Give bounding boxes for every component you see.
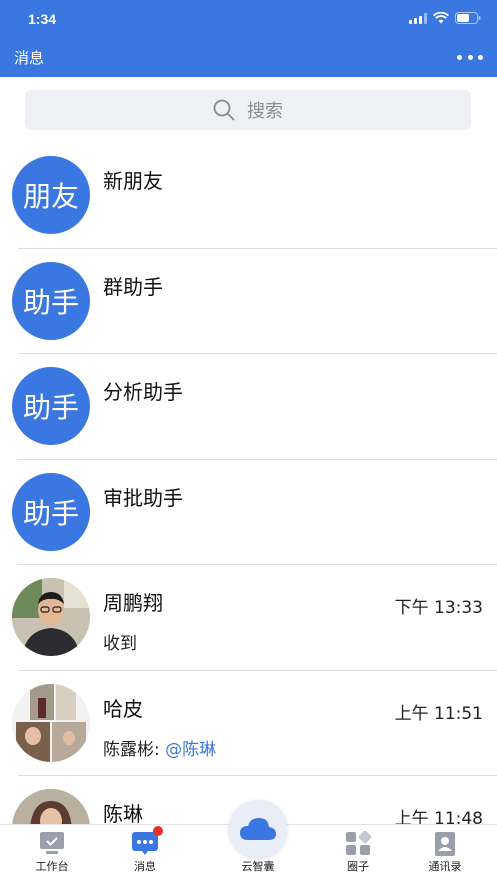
tab-circle[interactable]: 圈子: [318, 825, 398, 883]
preview-mention: @陈琳: [165, 739, 217, 760]
tab-label: 工作台: [35, 860, 69, 873]
list-item[interactable]: 助手 群助手: [0, 249, 497, 354]
tab-label: 通讯录: [428, 860, 462, 873]
avatar: [12, 683, 90, 762]
conversation-time: 上午 11:51: [394, 703, 483, 724]
top-header: 1:34 消息: [0, 0, 497, 77]
wifi-icon: [433, 12, 449, 24]
group-photo-icon: [12, 683, 90, 762]
tab-contacts[interactable]: 通讯录: [405, 825, 485, 883]
avatar: 助手: [12, 472, 90, 551]
search-area: 搜索: [0, 77, 497, 143]
list-item[interactable]: 周鹏翔 下午 13:33 收到: [0, 565, 497, 671]
search-icon: [213, 99, 235, 121]
list-item[interactable]: 哈皮 上午 11:51 陈露彬: @陈琳: [0, 671, 497, 776]
unread-badge: [153, 826, 163, 836]
search-placeholder: 搜索: [247, 101, 283, 122]
conversation-name: 周鹏翔: [103, 591, 163, 615]
list-item[interactable]: 助手 审批助手: [0, 460, 497, 565]
contacts-icon: [435, 832, 455, 856]
signal-icon: [409, 12, 427, 24]
tab-label: 消息: [134, 860, 156, 873]
tab-label: 云智囊: [241, 860, 275, 873]
cloud-think-tank-button[interactable]: [229, 800, 287, 858]
conversation-name: 新朋友: [103, 169, 163, 193]
conversation-name: 群助手: [103, 274, 163, 299]
status-icons: [409, 12, 481, 24]
conversation-name: 陈琳: [103, 802, 143, 826]
conversation-preview: 陈露彬: @陈琳: [103, 735, 216, 760]
more-dot-icon: [478, 54, 483, 60]
battery-icon: [455, 12, 481, 24]
page-title: 消息: [14, 49, 45, 67]
conversation-time: 下午 13:33: [394, 598, 483, 618]
person-photo-icon: [12, 578, 90, 656]
more-dot-icon: [467, 54, 473, 60]
search-input[interactable]: 搜索: [25, 90, 471, 130]
more-options-button[interactable]: [457, 47, 483, 67]
conversation-name: 分析助手: [103, 380, 183, 404]
conversation-name: 审批助手: [103, 485, 183, 510]
conversation-preview: 收到: [103, 634, 137, 654]
avatar: 朋友: [12, 156, 90, 234]
avatar: [12, 578, 90, 656]
status-time: 1:34: [28, 11, 57, 27]
conversation-name: 哈皮: [103, 696, 143, 721]
list-item[interactable]: 助手 分析助手: [0, 354, 497, 460]
avatar: 助手: [12, 367, 90, 445]
tab-messages[interactable]: 消息: [105, 825, 185, 883]
conversation-list: 朋友 新朋友 助手 群助手 助手 分析助手 助手 审批助手 周鹏翔 下午 13:…: [0, 143, 497, 882]
more-dot-icon: [457, 54, 462, 60]
tab-label: 圈子: [347, 860, 369, 873]
preview-sender: 陈露彬:: [103, 739, 166, 760]
list-item[interactable]: 朋友 新朋友: [0, 143, 497, 249]
tab-workbench[interactable]: 工作台: [12, 825, 92, 883]
workbench-icon: [40, 832, 64, 854]
avatar: 助手: [12, 261, 90, 340]
circle-icon: [346, 831, 372, 855]
cloud-icon: [240, 818, 276, 840]
